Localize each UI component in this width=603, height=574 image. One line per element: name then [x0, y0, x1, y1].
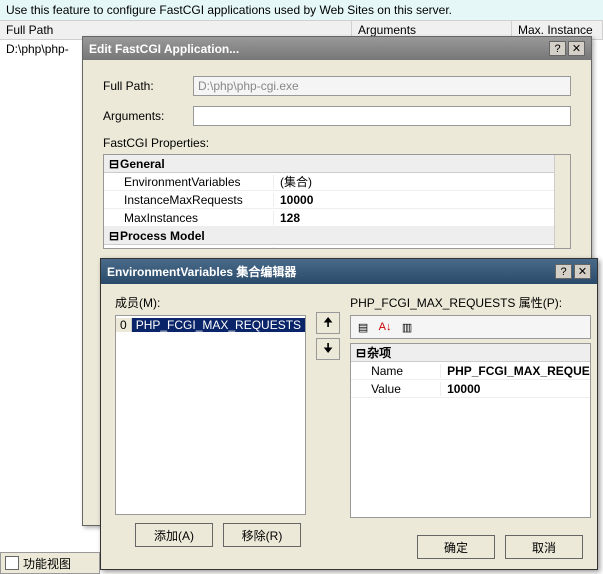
prop-name: ActivityTimeout [104, 247, 274, 250]
fastcgi-properties-grid[interactable]: ⊟General EnvironmentVariables (集合) Insta… [103, 154, 571, 249]
close-button[interactable]: ✕ [568, 41, 585, 56]
prop-name: Name [351, 364, 441, 378]
arguments-input[interactable] [193, 106, 571, 126]
prop-row[interactable]: MaxInstances 128 [104, 209, 570, 227]
members-listbox[interactable]: 0 PHP_FCGI_MAX_REQUESTS [115, 315, 306, 515]
categorized-icon[interactable]: ▤ [353, 318, 373, 336]
prop-row[interactable]: Name PHP_FCGI_MAX_REQUE [351, 362, 590, 380]
propgrid-toolbar: ▤ A↓ ▥ [350, 315, 591, 339]
features-view-icon [5, 556, 19, 570]
scrollbar[interactable] [554, 155, 570, 248]
help-button[interactable]: ? [555, 264, 572, 279]
fullpath-label: Full Path: [103, 79, 193, 93]
prop-row[interactable]: ActivityTimeout 30 [104, 245, 570, 249]
close-button[interactable]: ✕ [574, 264, 591, 279]
ok-button[interactable]: 确定 [417, 535, 495, 559]
add-button[interactable]: 添加(A) [135, 523, 213, 547]
prop-name: Value [351, 382, 441, 396]
props-section-label: FastCGI Properties: [103, 136, 571, 150]
remove-button[interactable]: 移除(R) [223, 523, 301, 547]
prop-val[interactable]: 128 [274, 211, 570, 225]
list-item[interactable]: 0 PHP_FCGI_MAX_REQUESTS [116, 316, 305, 334]
prop-name: EnvironmentVariables [104, 175, 274, 189]
arguments-label: Arguments: [103, 109, 193, 123]
prop-row[interactable]: Value 10000 [351, 380, 590, 398]
alphabetical-icon[interactable]: A↓ [375, 318, 395, 336]
prop-val[interactable]: 10000 [441, 382, 590, 396]
move-up-button[interactable]: 🠉 [316, 312, 340, 334]
edit-dialog-titlebar[interactable]: Edit FastCGI Application... ? ✕ [83, 37, 591, 60]
environment-variables-dialog: EnvironmentVariables 集合编辑器 ? ✕ 成员(M): 0 … [100, 258, 598, 570]
item-text: PHP_FCGI_MAX_REQUESTS [132, 318, 305, 332]
cancel-button[interactable]: 取消 [505, 535, 583, 559]
help-button[interactable]: ? [549, 41, 566, 56]
prop-val[interactable]: 10000 [274, 193, 570, 207]
general-category[interactable]: ⊟General [104, 155, 570, 173]
prop-name: InstanceMaxRequests [104, 193, 274, 207]
title-text: EnvironmentVariables 集合编辑器 [107, 263, 555, 280]
move-down-button[interactable]: 🠋 [316, 338, 340, 360]
prop-val[interactable]: PHP_FCGI_MAX_REQUE [441, 364, 590, 378]
misc-category[interactable]: ⊟杂项 [351, 344, 590, 362]
title-text: Edit FastCGI Application... [89, 42, 549, 56]
prop-row[interactable]: InstanceMaxRequests 10000 [104, 191, 570, 209]
view-tab-bar[interactable]: 功能视图 [0, 552, 100, 574]
prop-row[interactable]: EnvironmentVariables (集合) [104, 173, 570, 191]
prop-val[interactable]: 30 [274, 247, 570, 250]
env-dialog-titlebar[interactable]: EnvironmentVariables 集合编辑器 ? ✕ [101, 259, 597, 284]
prop-name: MaxInstances [104, 211, 274, 225]
process-model-category[interactable]: ⊟Process Model [104, 227, 570, 245]
pages-icon[interactable]: ▥ [397, 318, 417, 336]
env-property-grid[interactable]: ⊟杂项 Name PHP_FCGI_MAX_REQUE Value 10000 [350, 343, 591, 518]
item-index: 0 [116, 318, 132, 332]
features-view-label: 功能视图 [23, 555, 71, 572]
prop-val[interactable]: (集合) [274, 173, 570, 190]
fullpath-input[interactable] [193, 76, 571, 96]
members-label: 成员(M): [115, 294, 306, 311]
page-description: Use this feature to configure FastCGI ap… [0, 0, 603, 20]
props-label: PHP_FCGI_MAX_REQUESTS 属性(P): [350, 294, 591, 311]
